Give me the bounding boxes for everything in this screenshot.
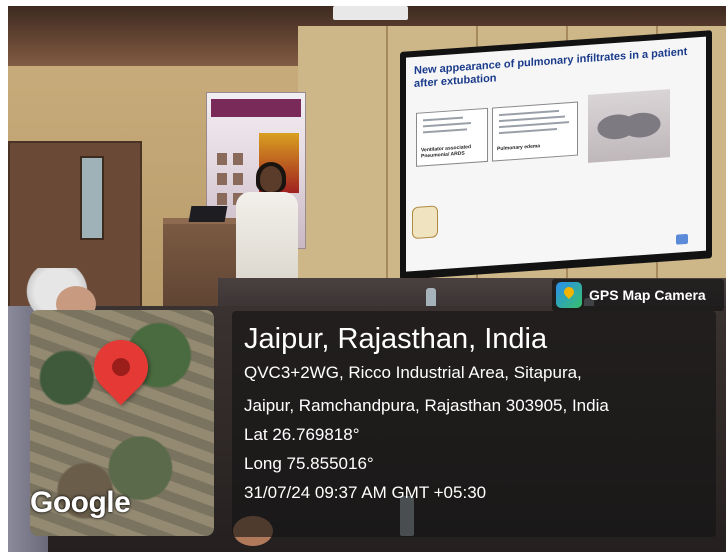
banner-photo xyxy=(217,173,227,185)
address-line-2: Jaipur, Ramchandpura, Rajasthan 303905, … xyxy=(244,396,609,415)
presenter-head xyxy=(260,166,282,192)
slide-text-line xyxy=(499,109,559,117)
slide-text-line xyxy=(499,115,565,123)
presenter xyxy=(236,192,298,282)
gps-map-camera-badge: GPS Map Camera xyxy=(552,279,724,311)
latitude: Lat 26.769818° xyxy=(244,425,360,444)
door-window xyxy=(80,156,104,240)
longitude: Long 75.855016° xyxy=(244,454,374,473)
datetime-stamp: 31/07/24 09:37 AM GMT +05:30 xyxy=(244,483,487,502)
chest-xray-image xyxy=(588,89,670,163)
satellite-map-thumbnail: Google xyxy=(30,310,214,536)
location-title: Jaipur, Rajasthan, India xyxy=(244,323,548,355)
location-info-panel: Jaipur, Rajasthan, India QVC3+2WG, Ricco… xyxy=(232,311,716,537)
slide-text-line xyxy=(423,128,467,134)
banner-header xyxy=(211,99,301,117)
banner-photo xyxy=(233,173,243,185)
banner-photo xyxy=(217,193,227,205)
slide: New appearance of pulmonary infiltrates … xyxy=(406,36,706,272)
gps-badge-label: GPS Map Camera xyxy=(589,287,706,303)
slide-logo xyxy=(676,233,688,245)
slide-box-ventilator: Ventilator associated Pneumonia/ ARDS xyxy=(416,107,488,167)
slide-box-edema: Pulmonary edema xyxy=(492,101,578,162)
slide-cartoon xyxy=(412,205,438,240)
slide-text-line xyxy=(499,128,557,135)
banner-photo xyxy=(233,153,243,165)
slide-box-caption: Pulmonary edema xyxy=(497,143,541,153)
slide-text-line xyxy=(423,122,471,128)
slide-text-line xyxy=(423,116,463,122)
slide-title: New appearance of pulmonary infiltrates … xyxy=(414,45,688,91)
banner-photo xyxy=(217,153,227,165)
slide-box-caption: Ventilator associated Pneumonia/ ARDS xyxy=(421,144,472,160)
slide-text-line xyxy=(499,121,569,129)
ceiling-light xyxy=(333,6,408,20)
google-logo: Google xyxy=(30,486,131,519)
gps-map-camera-app-icon xyxy=(556,282,582,308)
address-line-1: QVC3+2WG, Ricco Industrial Area, Sitapur… xyxy=(244,363,582,382)
map-pin-center xyxy=(112,358,130,376)
laptop xyxy=(188,206,228,222)
presentation-screen: New appearance of pulmonary infiltrates … xyxy=(400,30,712,281)
